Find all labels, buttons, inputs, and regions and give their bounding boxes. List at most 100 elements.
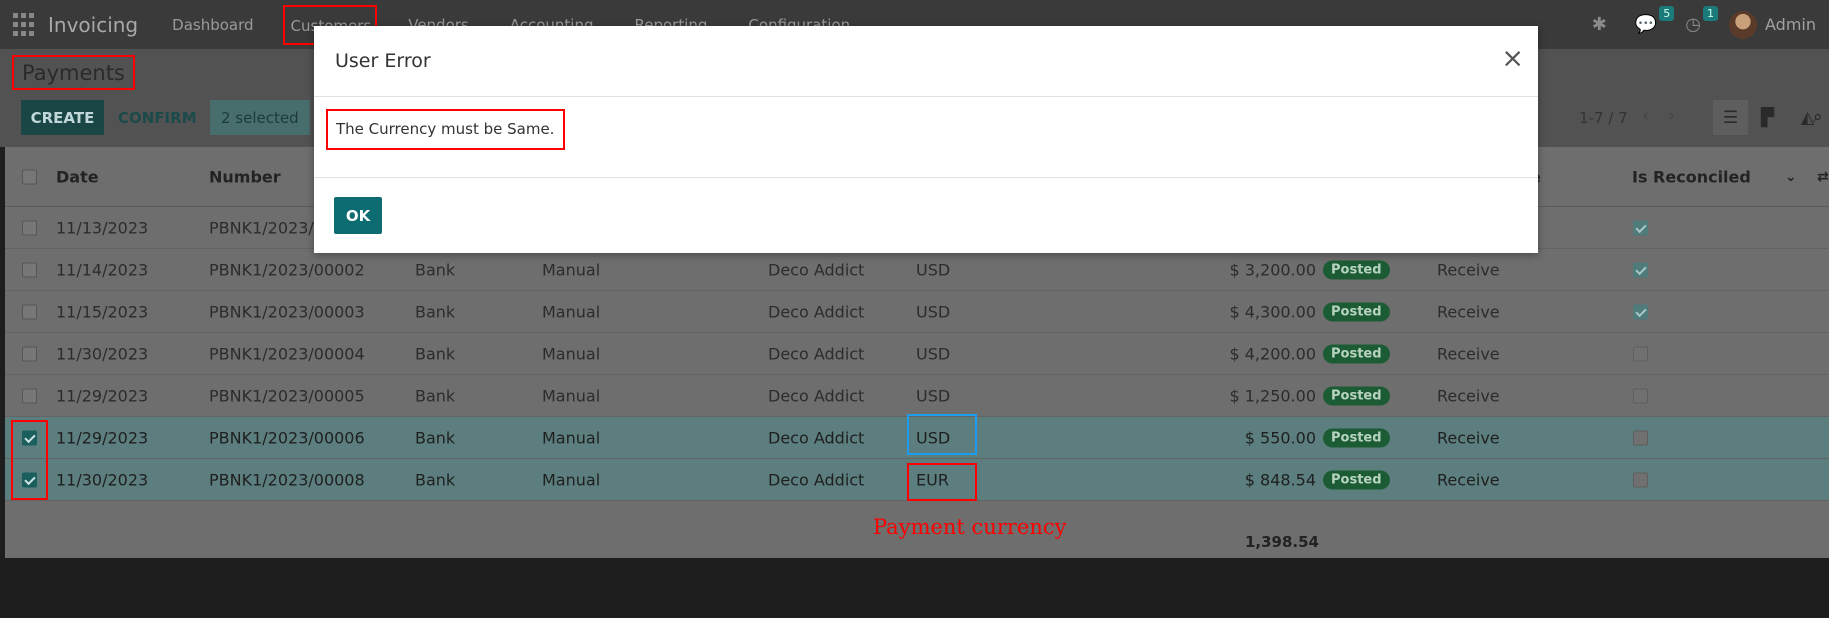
page-title: Payments (12, 55, 135, 90)
search-icon[interactable]: ⌕ (1813, 107, 1823, 127)
activities-count-badge: 1 (1703, 6, 1718, 21)
cell-amount: $ 4,300.00 (1229, 302, 1316, 321)
cell-currency: USD (916, 386, 951, 405)
cell-date: 11/30/2023 (56, 344, 149, 363)
row-checkbox[interactable] (22, 346, 37, 361)
debug-bug-icon[interactable]: ✱ (1592, 14, 1607, 35)
cell-amount: $ 550.00 (1244, 428, 1316, 447)
status-badge: Posted (1323, 302, 1390, 321)
cell-payment-type: Receive (1437, 344, 1500, 363)
kanban-view-icon[interactable]: ▛ (1750, 100, 1785, 135)
select-all-checkbox[interactable] (22, 169, 37, 184)
cell-payment-method: Manual (542, 428, 601, 447)
cell-number: PBNK1/2023/0 (209, 218, 324, 237)
cell-date: 11/13/2023 (56, 218, 149, 237)
cell-customer: Deco Addict (768, 470, 865, 489)
cell-payment-method: Manual (542, 470, 601, 489)
is-reconciled-checkbox (1633, 472, 1648, 487)
cell-payment-type: Receive (1437, 386, 1500, 405)
column-number[interactable]: Number (209, 167, 281, 186)
dialog-body: The Currency must be Same. (314, 98, 1538, 178)
cell-journal: Bank (415, 386, 456, 405)
row-checkbox[interactable] (22, 388, 37, 403)
footer-bar (0, 606, 1829, 618)
user-name[interactable]: Admin (1765, 15, 1816, 34)
annotation-label: Payment currency (873, 515, 1067, 539)
cell-date: 11/29/2023 (56, 428, 149, 447)
cell-customer: Deco Addict (768, 386, 865, 405)
status-badge: Posted (1323, 344, 1390, 363)
is-reconciled-checkbox (1633, 430, 1648, 445)
activities-clock-icon[interactable]: ◷ 1 (1685, 6, 1718, 35)
cell-customer: Deco Addict (768, 260, 865, 279)
error-message: The Currency must be Same. (326, 109, 566, 150)
pager-next-icon[interactable]: › (1668, 105, 1675, 126)
pager-prev-icon[interactable]: ‹ (1642, 105, 1649, 126)
cell-journal: Bank (415, 428, 456, 447)
row-checkbox[interactable] (22, 304, 37, 319)
cell-number: PBNK1/2023/00006 (209, 428, 365, 447)
cell-number: PBNK1/2023/00004 (209, 344, 365, 363)
row-checkbox[interactable] (22, 220, 37, 235)
app-title[interactable]: Invoicing (48, 13, 138, 37)
eur-currency-highlight (907, 463, 977, 501)
cell-journal: Bank (415, 260, 456, 279)
table-row[interactable]: 11/29/2023 PBNK1/2023/00005 Bank Manual Deco… (5, 375, 1829, 417)
cell-payment-type: Receive (1437, 428, 1500, 447)
pager-value[interactable]: 1-7 / 7 (1579, 109, 1628, 127)
messages-count-badge: 5 (1659, 6, 1675, 21)
is-reconciled-checkbox (1633, 346, 1648, 361)
cell-payment-method: Manual (542, 302, 601, 321)
cell-journal: Bank (415, 470, 456, 489)
cell-date: 11/15/2023 (56, 302, 149, 321)
status-badge: Posted (1323, 386, 1390, 405)
cell-currency: USD (916, 344, 951, 363)
create-button[interactable]: CREATE (21, 100, 104, 135)
cell-number: PBNK1/2023/00003 (209, 302, 365, 321)
status-badge: Posted (1323, 260, 1390, 279)
ok-button[interactable]: OK (334, 197, 382, 234)
cell-date: 11/14/2023 (56, 260, 149, 279)
usd-currency-highlight (907, 414, 977, 455)
cell-payment-method: Manual (542, 386, 601, 405)
close-icon[interactable]: × (1501, 45, 1524, 72)
selected-count[interactable]: 2 selected (210, 100, 310, 135)
nav-dashboard[interactable]: Dashboard (166, 14, 259, 36)
apps-menu-icon[interactable] (13, 12, 37, 37)
cell-amount: $ 4,200.00 (1229, 344, 1316, 363)
cell-amount: $ 3,200.00 (1229, 260, 1316, 279)
dialog-header: User Error × (314, 26, 1538, 97)
status-badge: Posted (1323, 428, 1390, 447)
list-view-icon[interactable]: ☰ (1713, 100, 1748, 135)
table-row[interactable]: 11/30/2023 PBNK1/2023/00004 Bank Manual Deco… (5, 333, 1829, 375)
row-checkbox[interactable] (22, 262, 37, 277)
amount-total: 1,398.54 (1244, 533, 1319, 551)
cell-payment-method: Manual (542, 344, 601, 363)
cell-payment-method: Manual (542, 260, 601, 279)
selected-rows-highlight (11, 420, 48, 500)
cell-number: PBNK1/2023/00005 (209, 386, 365, 405)
error-dialog: User Error × The Currency must be Same. … (314, 26, 1538, 253)
cell-journal: Bank (415, 344, 456, 363)
avatar[interactable] (1729, 10, 1757, 39)
cell-customer: Deco Addict (768, 428, 865, 447)
chevron-down-icon[interactable]: ⌄ (1785, 169, 1797, 185)
cell-amount: $ 848.54 (1244, 470, 1316, 489)
is-reconciled-checkbox (1633, 220, 1648, 235)
column-settings-icon[interactable]: ⇄ (1817, 169, 1829, 185)
cell-currency: USD (916, 302, 951, 321)
table-row[interactable]: 11/14/2023 PBNK1/2023/00002 Bank Manual Deco… (5, 249, 1829, 291)
messages-icon[interactable]: 💬 5 (1635, 6, 1675, 35)
column-is-reconciled[interactable]: Is Reconciled (1632, 167, 1751, 186)
is-reconciled-checkbox (1633, 388, 1648, 403)
cell-payment-type: Receive (1437, 302, 1500, 321)
cell-number: PBNK1/2023/00008 (209, 470, 365, 489)
confirm-button[interactable]: CONFIRM (110, 100, 205, 135)
is-reconciled-checkbox (1633, 262, 1648, 277)
cell-amount: $ 1,250.00 (1229, 386, 1316, 405)
cell-number: PBNK1/2023/00002 (209, 260, 365, 279)
table-row[interactable]: 11/15/2023 PBNK1/2023/00003 Bank Manual Deco… (5, 291, 1829, 333)
status-badge: Posted (1323, 470, 1390, 489)
cell-currency: USD (916, 260, 951, 279)
column-date[interactable]: Date (56, 167, 99, 186)
